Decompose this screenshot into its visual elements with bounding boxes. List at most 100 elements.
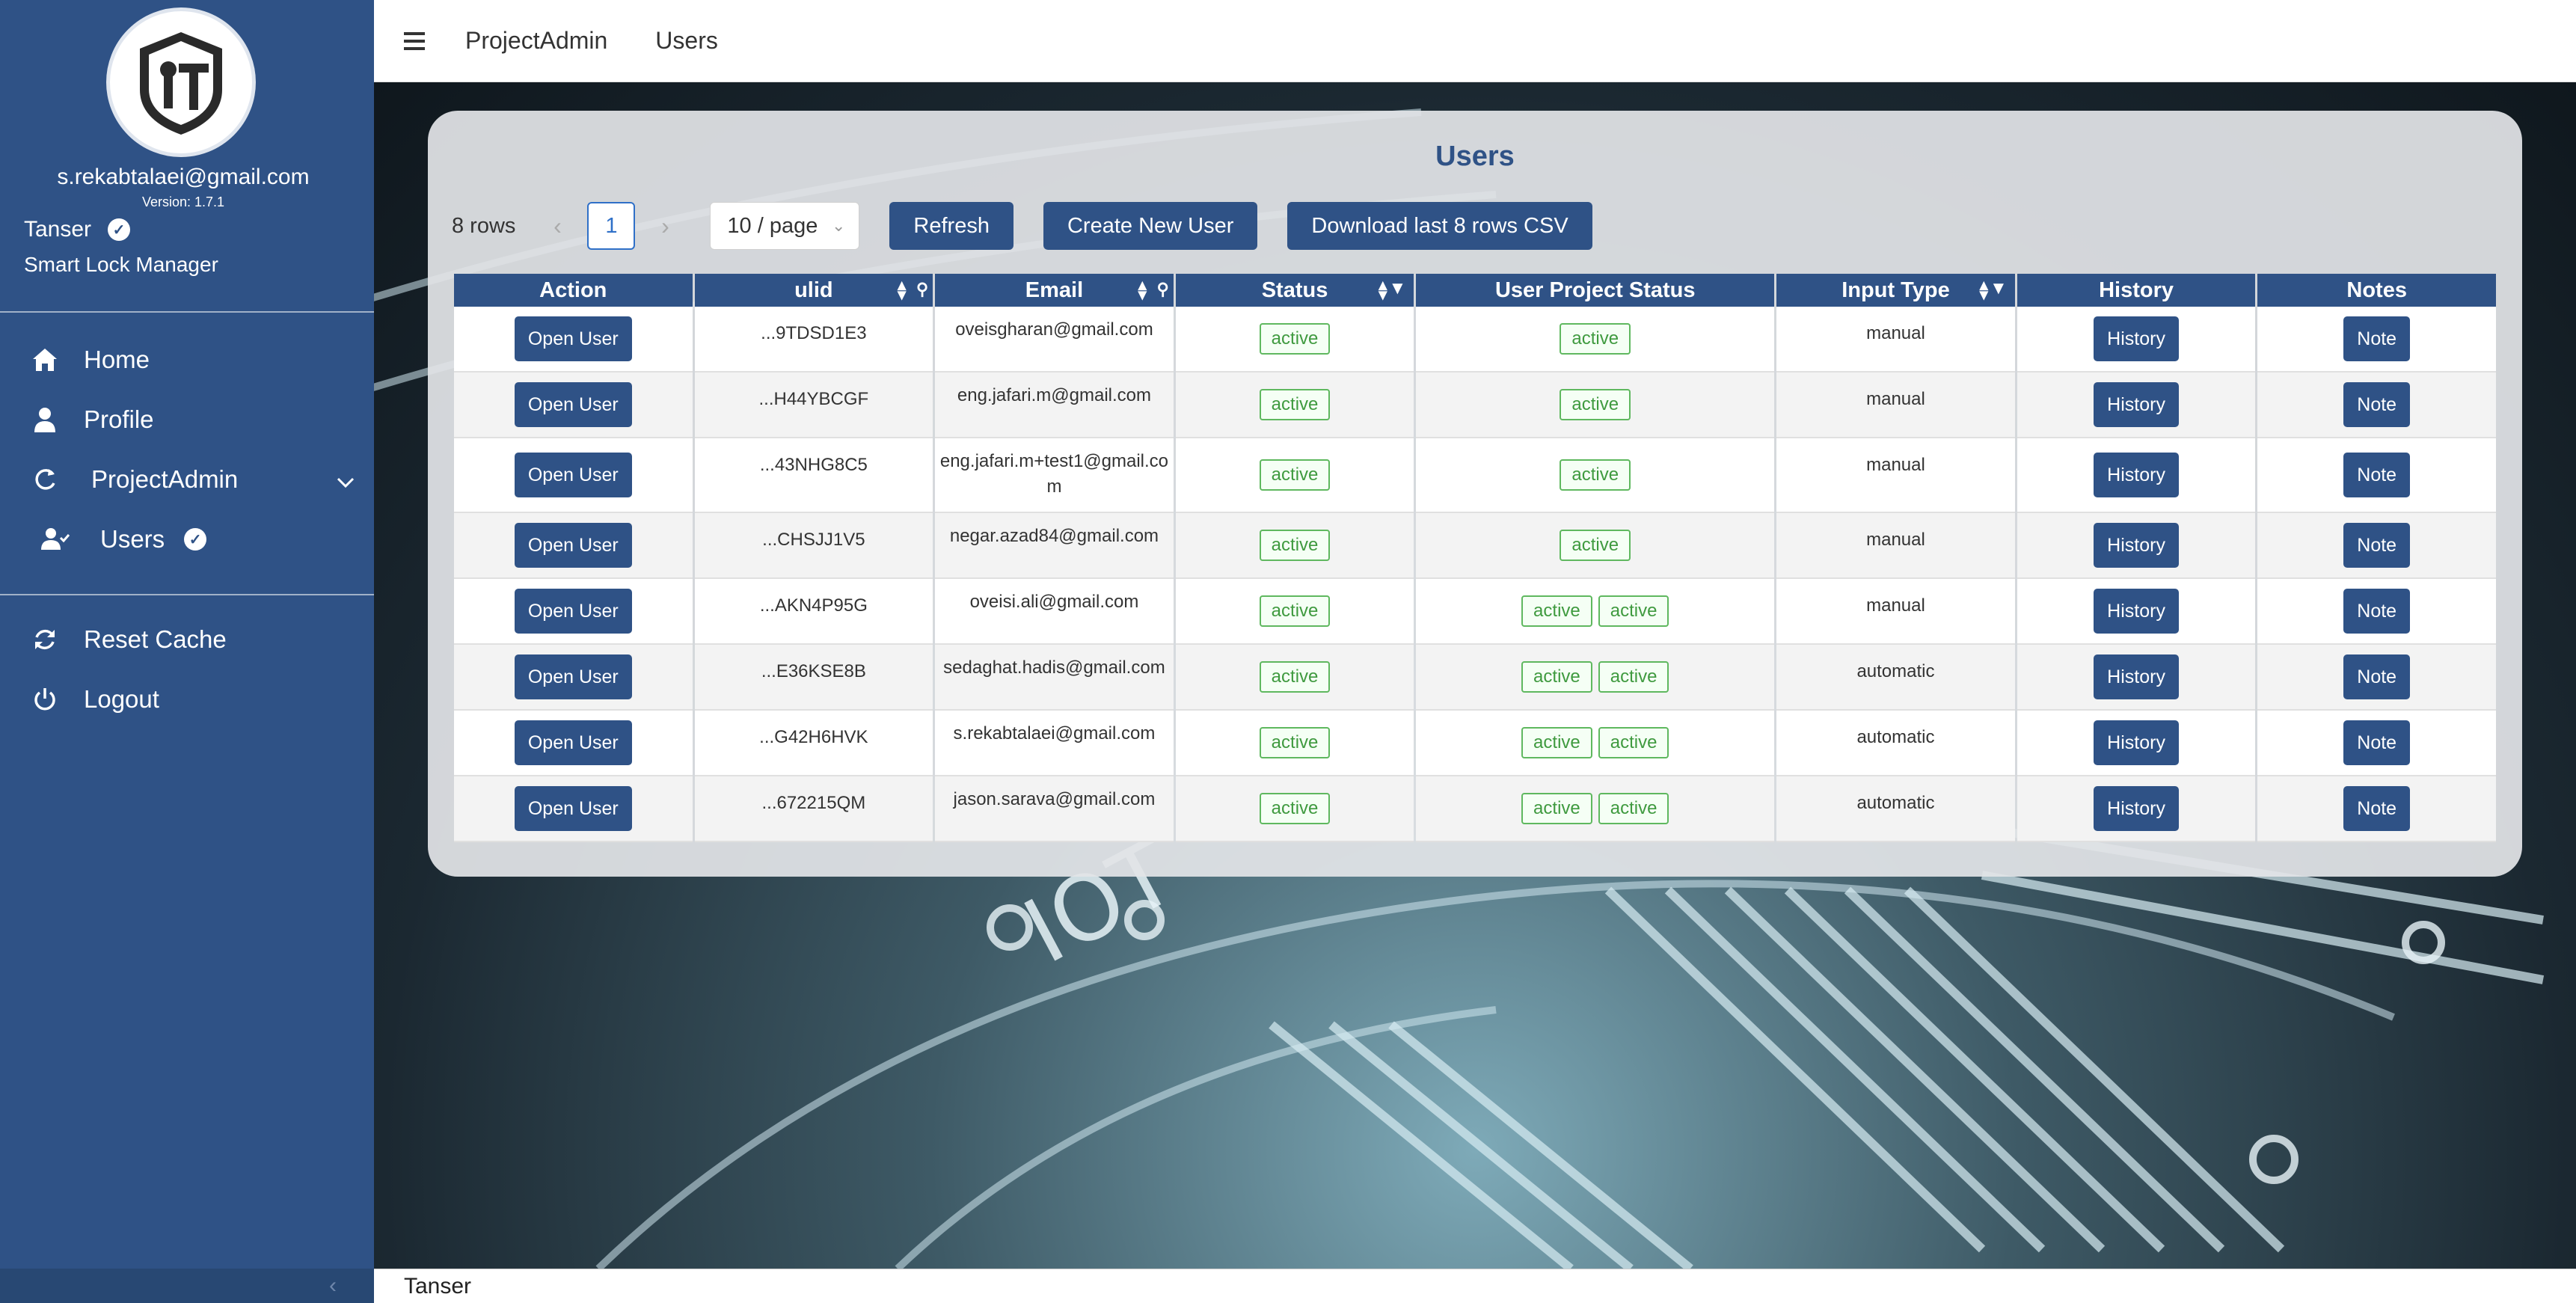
sidebar-item-projectadmin[interactable]: ProjectAdmin [0,453,374,506]
column-header-history: History [2017,274,2256,307]
sidebar-item-label: Reset Cache [84,625,227,653]
sidebar-collapse-button[interactable]: ‹ [0,1269,374,1303]
ulid-cell: ...672215QM [694,776,933,842]
history-cell: History [2017,645,2256,711]
note-button[interactable]: Note [2343,720,2411,765]
note-button[interactable]: Note [2343,786,2411,831]
chevron-down-icon[interactable] [337,465,355,494]
search-icon[interactable]: ⚲ [916,280,928,299]
breadcrumb-projectadmin[interactable]: ProjectAdmin [465,27,607,55]
column-header-notes: Notes [2257,274,2496,307]
open-user-button[interactable]: Open User [514,523,632,568]
project-status-cell: active [1416,513,1775,579]
history-cell: History [2017,776,2256,842]
open-user-button[interactable]: Open User [514,316,632,361]
column-header-input-type[interactable]: Input Type ▴ ▾ ▼ [1776,274,2015,307]
chevron-left-icon[interactable]: ‹ [542,212,572,240]
email-cell: eng.jafari.m+test1@gmail.com [935,438,1174,513]
history-button[interactable]: History [2094,589,2179,634]
note-button[interactable]: Note [2343,589,2411,634]
breadcrumb-users[interactable]: Users [655,27,718,55]
chevron-right-icon[interactable]: › [650,212,680,240]
create-user-button[interactable]: Create New User [1043,202,1258,250]
sort-icon[interactable]: ▴ ▾ [1980,277,1988,303]
refresh-button[interactable]: Refresh [889,202,1013,250]
menu-icon[interactable] [404,31,428,50]
sort-icon[interactable]: ▴ ▾ [1138,277,1147,303]
sidebar-item-home[interactable]: Home [0,334,374,386]
status-cell: active [1175,513,1414,579]
open-user-button[interactable]: Open User [514,453,632,497]
open-user-button[interactable]: Open User [514,786,632,831]
column-header-label: Input Type [1841,278,1950,302]
footer: Tanser [374,1269,2576,1303]
column-header-email[interactable]: Email ▴ ▾ ⚲ [935,274,1174,307]
page-size-value: 10 / page [727,213,818,238]
filter-icon[interactable]: ▼ [1389,278,1407,299]
project-status-cell: active active [1416,776,1775,842]
note-button[interactable]: Note [2343,654,2411,699]
open-user-button[interactable]: Open User [514,382,632,427]
project-status-badge: active [1521,793,1592,824]
status-cell: active [1175,579,1414,645]
input-type-cell: automatic [1776,645,2015,711]
open-user-button[interactable]: Open User [514,654,632,699]
sidebar-item-label: Users [100,525,165,553]
user-email: s.rekabtalaei@gmail.com [57,165,310,189]
project-status-badge: active [1560,323,1631,355]
filter-icon[interactable]: ▼ [1990,278,2008,299]
tenant-selector[interactable]: Tanser ✓ [24,217,131,242]
page-number-button[interactable]: 1 [587,202,636,250]
history-button[interactable]: History [2094,382,2179,427]
note-button[interactable]: Note [2343,316,2411,361]
project-status-cell: active active [1416,711,1775,776]
history-button[interactable]: History [2094,523,2179,568]
table-row: Open User ...G42H6HVK s.rekabtalaei@gmail.… [454,711,2496,776]
history-cell: History [2017,579,2256,645]
column-header-status[interactable]: Status ▴ ▾ ▼ [1175,274,1414,307]
open-user-button[interactable]: Open User [514,720,632,765]
notes-cell: Note [2257,438,2496,513]
email-cell: eng.jafari.m@gmail.com [935,372,1174,438]
email-cell: s.rekabtalaei@gmail.com [935,711,1174,776]
project-status-badge: active [1598,661,1669,693]
open-user-button[interactable]: Open User [514,589,632,634]
sidebar-item-reset-cache[interactable]: Reset Cache [0,613,374,666]
email-cell: oveisgharan@gmail.com [935,307,1174,372]
action-cell: Open User [454,579,693,645]
chevron-down-icon: ⌄ [831,216,846,235]
table-body: Open User ...9TDSD1E3 oveisgharan@gmail.co… [454,307,2496,842]
status-cell: active [1175,372,1414,438]
users-panel: Users 8 rows ‹ 1 › 10 / page ⌄ Refresh C… [428,111,2522,877]
sidebar-item-users[interactable]: Users ✓ [0,513,374,565]
project-status-badge: active [1560,389,1631,420]
avatar [106,7,256,157]
history-button[interactable]: History [2094,316,2179,361]
search-icon[interactable]: ⚲ [1157,280,1169,299]
status-badge: active [1259,727,1331,758]
page-size-select[interactable]: 10 / page ⌄ [710,202,860,250]
history-button[interactable]: History [2094,720,2179,765]
history-cell: History [2017,438,2256,513]
sort-icon[interactable]: ▴ ▾ [1379,277,1387,303]
history-button[interactable]: History [2094,786,2179,831]
status-badge: active [1259,459,1331,491]
table-row: Open User ...43NHG8C5 eng.jafari.m+test1@g… [454,438,2496,513]
sidebar-item-logout[interactable]: Logout [0,673,374,726]
project-status-badge: active [1598,793,1669,824]
column-header-ulid[interactable]: ulid ▴ ▾ ⚲ [694,274,933,307]
note-button[interactable]: Note [2343,453,2411,497]
download-csv-button[interactable]: Download last 8 rows CSV [1287,202,1592,250]
sidebar-item-profile[interactable]: Profile [0,393,374,446]
input-type-cell: manual [1776,307,2015,372]
status-badge: active [1259,389,1331,420]
status-cell: active [1175,645,1414,711]
history-button[interactable]: History [2094,654,2179,699]
notes-cell: Note [2257,579,2496,645]
history-button[interactable]: History [2094,453,2179,497]
note-button[interactable]: Note [2343,523,2411,568]
user-check-icon [40,524,70,554]
sort-icon[interactable]: ▴ ▾ [898,277,906,303]
action-cell: Open User [454,438,693,513]
note-button[interactable]: Note [2343,382,2411,427]
